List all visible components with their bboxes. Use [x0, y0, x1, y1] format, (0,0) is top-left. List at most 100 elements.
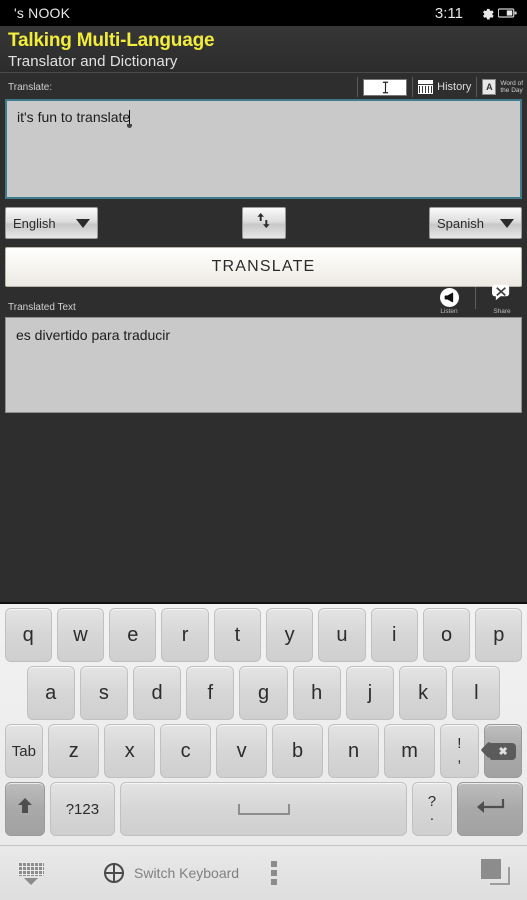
translated-text-value: es divertido para traducir — [16, 327, 171, 343]
key-i[interactable]: i — [370, 608, 418, 662]
text-input-icon — [363, 78, 408, 96]
key-d[interactable]: d — [132, 666, 182, 720]
key-k[interactable]: k — [399, 666, 448, 720]
backspace-icon: ✖ — [490, 742, 517, 760]
key-f[interactable]: f — [186, 666, 235, 720]
key-b[interactable]: b — [272, 724, 324, 778]
action-divider — [475, 287, 476, 309]
key-enter[interactable] — [456, 782, 523, 836]
toolbar-actions: History A Word of the Day — [352, 76, 523, 98]
share-button[interactable]: Share — [485, 283, 519, 315]
spacebar-icon — [237, 803, 290, 815]
key-r[interactable]: r — [161, 608, 209, 662]
key-s[interactable]: s — [79, 666, 128, 720]
listen-label: Listen — [440, 308, 458, 315]
system-bottom-bar: Switch Keyboard — [0, 845, 527, 900]
chevron-down-icon — [76, 218, 90, 228]
translated-text-output[interactable]: es divertido para traducir — [5, 317, 522, 413]
output-header: Translated Text Listen Share — [0, 284, 527, 317]
toolbar-divider — [412, 77, 414, 97]
source-language-label: English — [13, 215, 56, 231]
text-cursor — [129, 110, 131, 125]
listen-button[interactable]: Listen — [432, 288, 466, 315]
status-bar: 's NOOK 3:11 — [0, 0, 527, 26]
overflow-menu-icon[interactable] — [271, 861, 278, 885]
key-period-label: . — [429, 807, 434, 824]
key-e[interactable]: e — [109, 608, 157, 662]
page-subtitle: Translator and Dictionary — [8, 53, 178, 70]
source-text-input[interactable]: it's fun to translate — [5, 99, 522, 199]
enter-icon — [475, 797, 505, 821]
status-bar-clock: 3:11 — [434, 4, 463, 22]
battery-icon — [498, 7, 517, 19]
key-space[interactable] — [120, 782, 407, 836]
key-tab[interactable]: Tab — [4, 724, 44, 778]
key-v[interactable]: v — [216, 724, 268, 778]
source-text-string: it's fun to translate — [17, 109, 131, 125]
key-comma-label: , — [457, 749, 462, 766]
toolbar: Translate: History A Word of the Day — [0, 73, 527, 99]
output-actions: Listen Share — [432, 283, 519, 315]
share-icon — [491, 283, 513, 307]
key-question-period[interactable]: ? . — [411, 782, 452, 836]
key-o[interactable]: o — [422, 608, 471, 662]
status-bar-title: 's NOOK — [14, 5, 71, 21]
toolbar-divider — [476, 77, 478, 97]
app-header: Talking Multi-Language Translator and Di… — [0, 26, 527, 73]
calendar-icon — [418, 80, 434, 94]
key-p[interactable]: p — [475, 608, 523, 662]
key-w[interactable]: w — [56, 608, 105, 662]
app-screen: 's NOOK 3:11 Talking Multi-Language Tran… — [0, 0, 527, 900]
key-x[interactable]: x — [104, 724, 156, 778]
keyboard-row-2: asdfghjkl — [2, 666, 525, 720]
swap-vertical-icon — [256, 212, 271, 234]
hide-keyboard-icon — [18, 861, 44, 876]
wotd-label-line2: the Day — [500, 87, 523, 94]
word-of-the-day-icon: A — [482, 79, 497, 95]
key-h[interactable]: h — [292, 666, 341, 720]
key-l[interactable]: l — [452, 666, 501, 720]
translate-field-label: Translate: — [8, 81, 53, 93]
chevron-down-icon — [500, 218, 514, 228]
key-q[interactable]: q — [4, 608, 52, 662]
key-z[interactable]: z — [48, 724, 100, 778]
key-n[interactable]: n — [328, 724, 380, 778]
target-language-dropdown[interactable]: Spanish — [429, 207, 522, 239]
key-t[interactable]: t — [213, 608, 261, 662]
history-label: History — [437, 81, 472, 93]
key-shift[interactable] — [4, 782, 45, 836]
wotd-label-line1: Word of — [500, 80, 523, 87]
key-a[interactable]: a — [26, 666, 75, 720]
translated-text-label: Translated Text — [8, 302, 76, 313]
key-y[interactable]: y — [266, 608, 314, 662]
history-button[interactable]: History — [418, 80, 471, 94]
text-input-mode-button[interactable] — [363, 78, 408, 96]
shift-icon — [17, 797, 33, 821]
translate-button[interactable]: TRANSLATE — [5, 247, 522, 287]
key-numbers[interactable]: ?123 — [49, 782, 116, 836]
chevron-down-icon — [24, 877, 38, 885]
switch-keyboard-button[interactable]: Switch Keyboard — [48, 863, 239, 883]
keyboard-row-1: qwertyuiop — [2, 608, 525, 662]
word-of-the-day-button[interactable]: A Word of the Day — [482, 79, 523, 95]
translate-button-label: TRANSLATE — [211, 258, 316, 275]
key-c[interactable]: c — [160, 724, 212, 778]
hide-keyboard-button[interactable] — [14, 861, 48, 885]
target-language-label: Spanish — [437, 215, 484, 231]
source-language-dropdown[interactable]: English — [5, 207, 98, 239]
on-screen-keyboard: qwertyuiop asdfghjkl Tab zxcvbnm ! , ✖ ?… — [0, 602, 527, 845]
key-backspace[interactable]: ✖ — [483, 724, 523, 778]
switch-keyboard-label: Switch Keyboard — [134, 865, 240, 881]
key-m[interactable]: m — [384, 724, 436, 778]
source-text-value: it's fun to translate — [7, 101, 520, 133]
recent-apps-icon[interactable] — [481, 859, 513, 887]
key-g[interactable]: g — [239, 666, 288, 720]
gear-icon[interactable] — [479, 6, 494, 21]
language-selector-row: English Spanish — [0, 199, 527, 247]
key-j[interactable]: j — [345, 666, 395, 720]
keyboard-row-3: Tab zxcvbnm ! , ✖ — [2, 724, 525, 778]
key-exclam-comma[interactable]: ! , — [440, 724, 479, 778]
key-u[interactable]: u — [318, 608, 366, 662]
swap-languages-button[interactable] — [241, 207, 286, 239]
page-title: Talking Multi-Language — [8, 30, 215, 51]
